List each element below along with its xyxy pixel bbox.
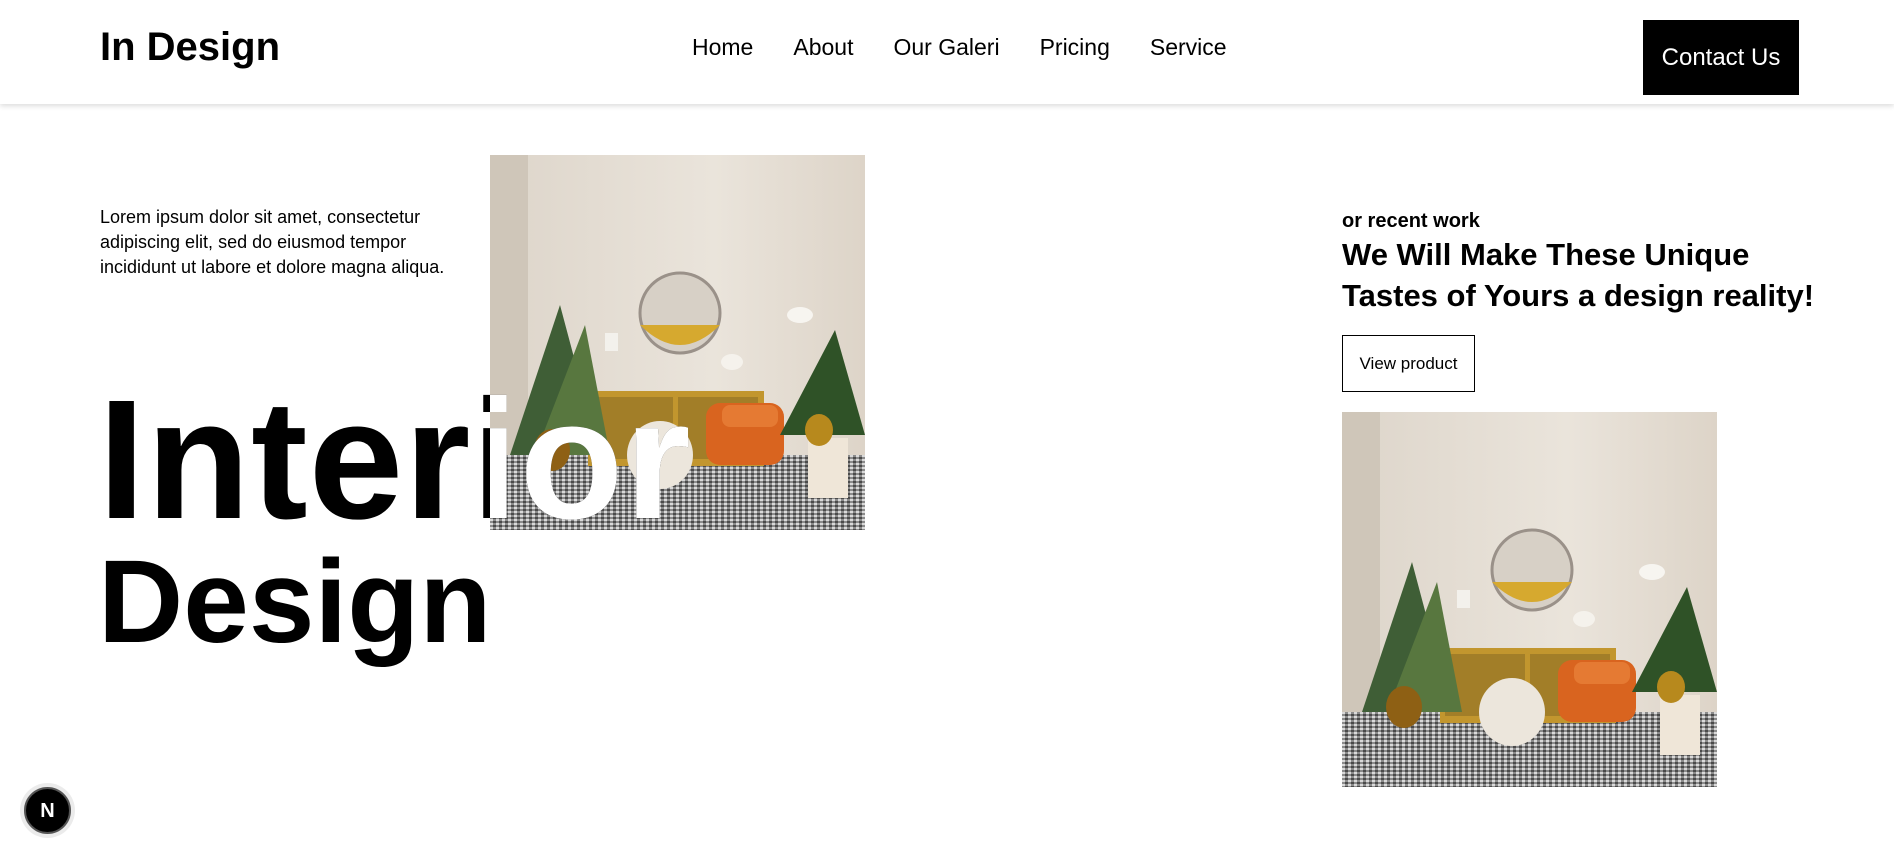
n-badge-letter: N [40,799,55,822]
recent-work-headline: We Will Make These Unique Tastes of Your… [1342,237,1815,313]
recent-work-eyebrow: or recent work [1342,210,1480,232]
hero-title-design: Design [98,536,492,668]
contact-us-button[interactable]: Contact Us [1643,20,1799,95]
n-badge-button[interactable]: N [24,787,71,834]
site-logo[interactable]: In Design [100,24,280,70]
living-room-illustration [1342,412,1717,787]
nav-pricing[interactable]: Pricing [1040,33,1110,61]
site-header: In Design Home About Our Galeri Pricing … [0,0,1894,104]
living-room-photo-recent [1342,412,1717,787]
nav-our-galeri[interactable]: Our Galeri [893,33,999,61]
nav-about[interactable]: About [793,33,853,61]
view-product-button[interactable]: View product [1342,335,1475,392]
nav-service[interactable]: Service [1150,33,1227,61]
nav-home[interactable]: Home [692,33,753,61]
main-nav: Home About Our Galeri Pricing Service [692,33,1227,61]
hero-intro-text: Lorem ipsum dolor sit amet, consectetur … [100,207,445,277]
